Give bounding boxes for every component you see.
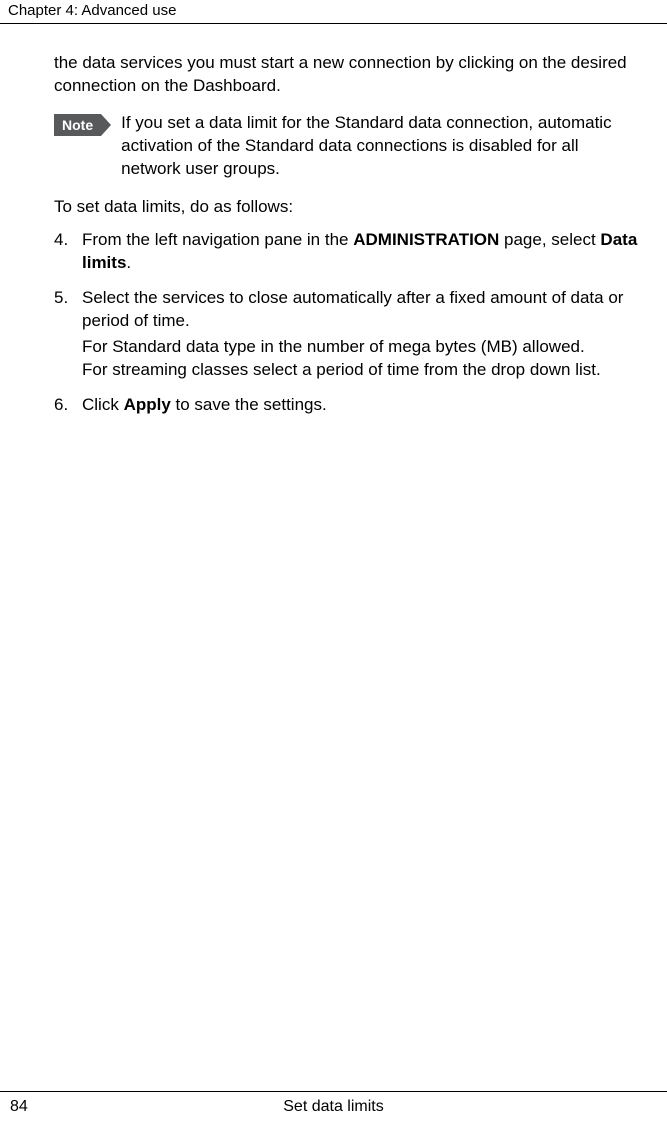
step-text: Select the services to close automatical… [82, 288, 623, 330]
step-body: From the left navigation pane in the ADM… [82, 229, 639, 275]
lead-text: To set data limits, do as follows: [54, 197, 639, 217]
note-label: Note [54, 114, 101, 136]
step-number: 4. [54, 229, 82, 275]
step-body: Select the services to close automatical… [82, 287, 639, 383]
intro-paragraph: the data services you must start a new c… [54, 52, 639, 98]
note-text: If you set a data limit for the Standard… [121, 112, 639, 181]
step-subtext: For streaming classes select a period of… [82, 359, 639, 382]
step-bold: ADMINISTRATION [353, 230, 499, 249]
page-header: Chapter 4: Advanced use [0, 0, 667, 24]
chapter-label: Chapter 4: Advanced use [8, 2, 176, 19]
footer-title: Set data limits [50, 1098, 617, 1116]
note-badge: Note [54, 114, 111, 136]
list-item: 5. Select the services to close automati… [54, 287, 639, 383]
list-item: 4. From the left navigation pane in the … [54, 229, 639, 275]
step-number: 6. [54, 394, 82, 417]
footer-spacer [617, 1098, 657, 1116]
steps-list: 4. From the left navigation pane in the … [54, 229, 639, 418]
page-content: the data services you must start a new c… [0, 24, 667, 417]
page-number: 84 [10, 1098, 50, 1116]
step-text: page, select [499, 230, 600, 249]
page-footer: 84 Set data limits [0, 1091, 667, 1126]
step-text: Click [82, 395, 124, 414]
step-bold: Apply [124, 395, 171, 414]
step-subtext: For Standard data type in the number of … [82, 336, 639, 359]
list-item: 6. Click Apply to save the settings. [54, 394, 639, 417]
step-number: 5. [54, 287, 82, 383]
note-arrow-icon [101, 114, 111, 136]
step-body: Click Apply to save the settings. [82, 394, 639, 417]
note-block: Note If you set a data limit for the Sta… [54, 112, 639, 181]
step-text: . [126, 253, 131, 272]
step-text: to save the settings. [171, 395, 327, 414]
step-text: From the left navigation pane in the [82, 230, 353, 249]
